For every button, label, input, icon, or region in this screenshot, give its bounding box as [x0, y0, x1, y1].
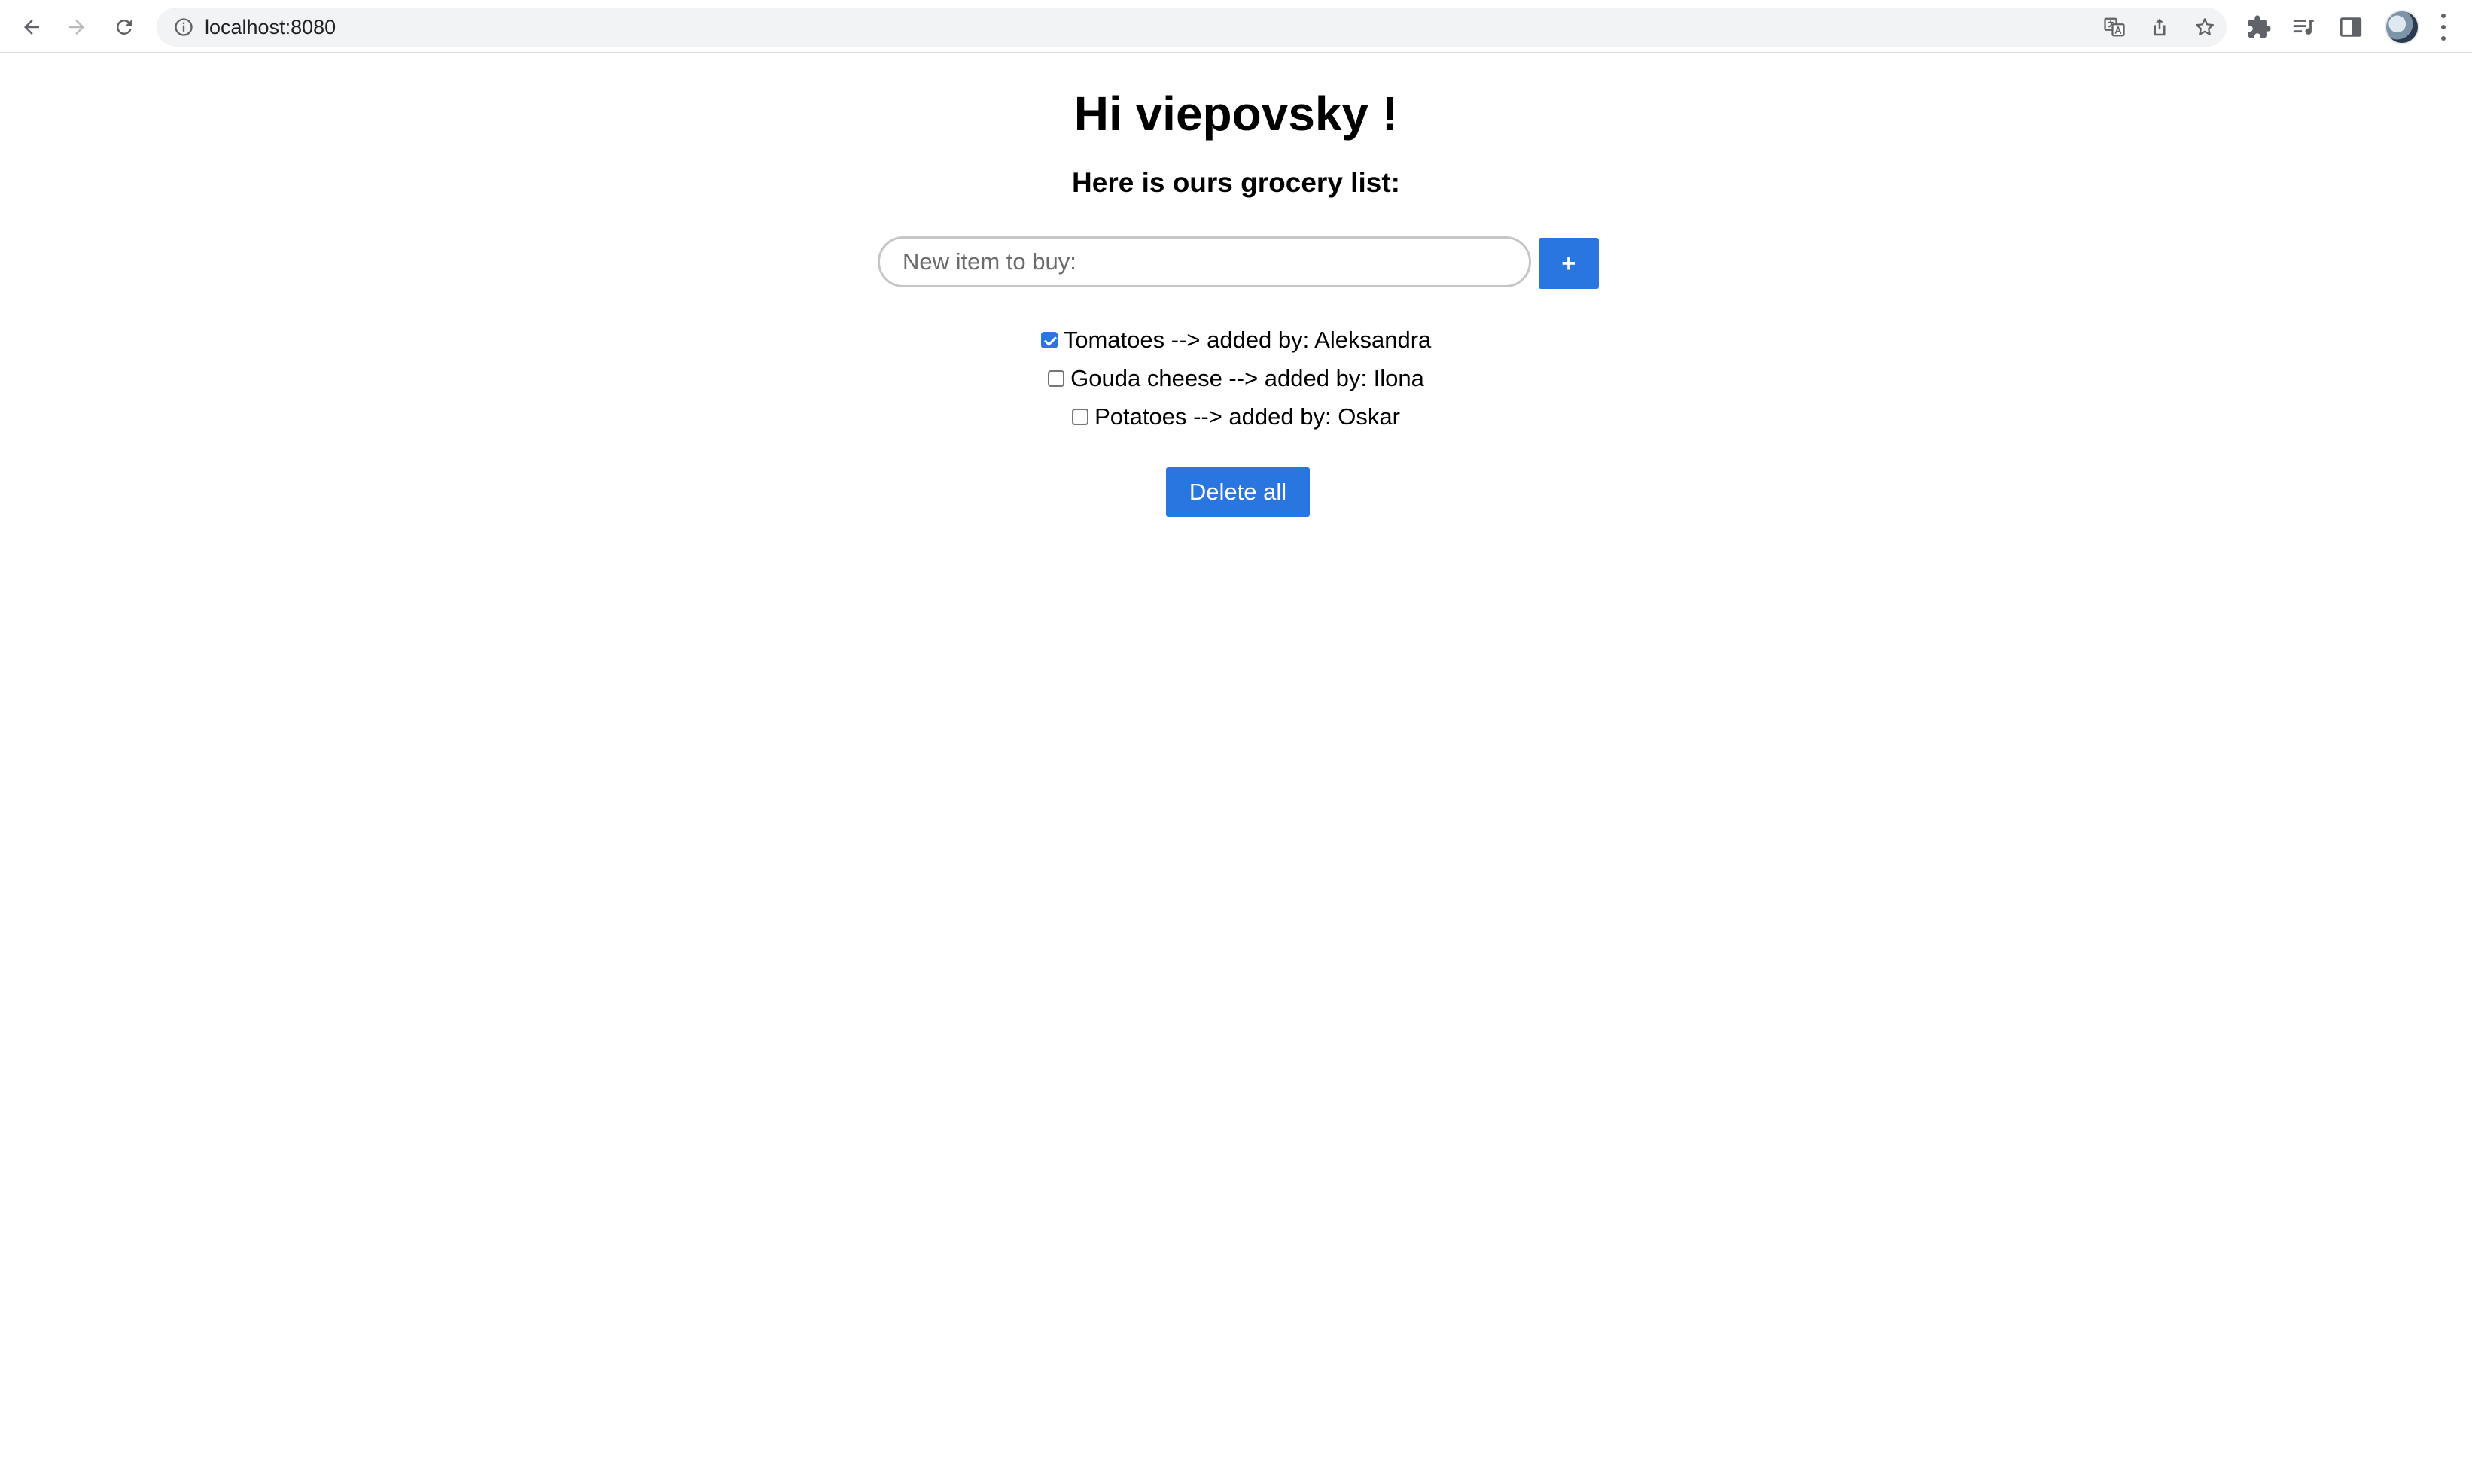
arrow-right-icon — [69, 20, 84, 35]
bookmark-star-icon[interactable] — [2193, 16, 2216, 38]
list-item: Gouda cheese --> added by: Ilona — [0, 359, 2472, 397]
share-icon[interactable] — [2148, 16, 2171, 38]
item-checkbox[interactable] — [1072, 408, 1089, 425]
delete-all-button[interactable]: Delete all — [1166, 467, 1310, 517]
item-checkbox[interactable] — [1040, 331, 1058, 348]
info-icon[interactable] — [173, 17, 194, 38]
grocery-list: Tomatoes --> added by: Aleksandra Gouda … — [0, 321, 2472, 436]
item-checkbox[interactable] — [1048, 369, 1065, 387]
reload-icon — [116, 19, 132, 35]
item-label: Potatoes --> added by: Oskar — [1094, 403, 1400, 430]
browser-menu-icon[interactable] — [2436, 14, 2451, 41]
side-panel-icon[interactable] — [2338, 14, 2364, 40]
reload-button[interactable] — [109, 12, 139, 42]
list-item: Tomatoes --> added by: Aleksandra — [0, 321, 2472, 359]
reading-list-icon[interactable] — [2291, 14, 2317, 40]
back-button[interactable] — [17, 12, 47, 42]
translate-icon[interactable] — [2103, 16, 2126, 38]
page-subtitle: Here is ours grocery list: — [1072, 167, 1400, 198]
list-item: Potatoes --> added by: Oskar — [0, 397, 2472, 436]
browser-toolbar: localhost:8080 — [0, 0, 2472, 53]
profile-avatar[interactable] — [2385, 10, 2419, 44]
add-item-form: + — [878, 236, 1600, 290]
extensions-icon[interactable] — [2246, 14, 2272, 40]
new-item-input[interactable] — [878, 236, 1531, 287]
page-title: Hi viepovsky ! — [1073, 87, 1399, 141]
url-text[interactable]: localhost:8080 — [205, 8, 336, 47]
item-label: Gouda cheese --> added by: Ilona — [1070, 364, 1424, 391]
forward-button[interactable] — [62, 12, 92, 42]
arrow-left-icon — [24, 20, 39, 35]
add-item-button[interactable]: + — [1539, 238, 1599, 289]
address-bar[interactable]: localhost:8080 — [157, 8, 2227, 47]
item-label: Tomatoes --> added by: Aleksandra — [1063, 326, 1432, 353]
page-content: Hi viepovsky ! Here is ours grocery list… — [0, 53, 2472, 1484]
